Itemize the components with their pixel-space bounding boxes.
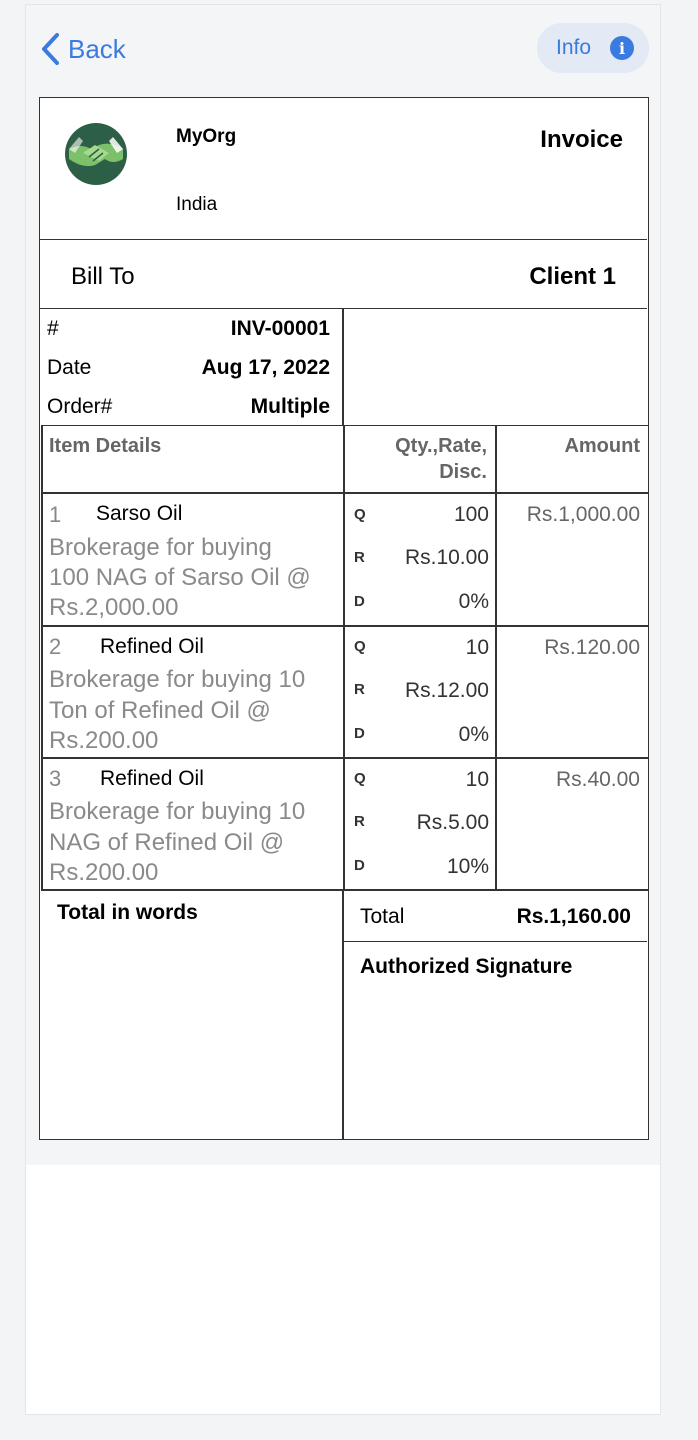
item-description-line: Brokerage for buying 10 [49, 666, 306, 693]
item-name: Refined Oil [100, 767, 204, 790]
invoice-date: Aug 17, 2022 [201, 356, 330, 379]
org-country: India [176, 194, 218, 215]
disc-label: D [354, 725, 365, 742]
item-disc: 10% [446, 855, 489, 878]
chevron-left-icon [42, 33, 59, 65]
total-row: Total Rs.1,160.00 [343, 890, 647, 942]
bill-to-label: Bill To [71, 263, 135, 290]
item-description-line: 100 NAG of Sarso Oil @ [49, 564, 311, 591]
app-screen: Back Info i MyOrg India Invoice Bill To … [25, 4, 661, 1415]
qty-label: Q [354, 638, 366, 655]
meta-key: Order# [47, 395, 113, 418]
item-rate: Rs.10.00 [404, 546, 489, 569]
item-qty: 100 [453, 503, 489, 526]
header-qty-rate: Qty.,Rate, [395, 435, 487, 457]
items-table: Item Details Qty.,Rate, Disc. Amount 1 S… [41, 425, 648, 891]
divider [342, 309, 344, 426]
item-amount: Rs.1,000.00 [526, 503, 640, 526]
client-name: Client 1 [529, 263, 616, 290]
qty-label: Q [354, 770, 366, 787]
item-qty: 10 [465, 768, 489, 791]
item-qty: 10 [465, 636, 489, 659]
invoice-number: INV-00001 [230, 317, 330, 340]
header-disc: Disc. [439, 461, 487, 483]
authorized-signature-label: Authorized Signature [360, 955, 573, 978]
item-description-line: Brokerage for buying 10 [49, 798, 306, 825]
invoice-meta: # INV-00001 Date Aug 17, 2022 Order# Mul… [40, 309, 647, 426]
item-description-line: Brokerage for buying [49, 534, 272, 561]
item-description-line: Rs.200.00 [49, 727, 159, 754]
item-rate: Rs.5.00 [416, 811, 489, 834]
invoice-document: MyOrg India Invoice Bill To Client 1 # I… [39, 97, 649, 1140]
total-in-words-label: Total in words [57, 901, 198, 924]
item-name: Sarso Oil [96, 502, 183, 525]
total-value: Rs.1,160.00 [516, 905, 631, 928]
item-description-line: Rs.200.00 [49, 859, 159, 886]
content-area: Back Info i MyOrg India Invoice Bill To … [26, 5, 660, 1165]
item-description-line: Rs.2,000.00 [49, 594, 179, 621]
item-description-line: Ton of Refined Oil @ [49, 697, 271, 724]
item-number: 1 [49, 502, 62, 527]
disc-label: D [354, 593, 365, 610]
item-disc: 0% [458, 723, 489, 746]
qty-label: Q [354, 506, 366, 523]
invoice-footer: Total in words Total Rs.1,160.00 Authori… [40, 890, 647, 1139]
nav-bar: Back Info i [26, 5, 660, 91]
divider [41, 492, 648, 494]
back-button[interactable]: Back [40, 31, 126, 67]
item-name: Refined Oil [100, 635, 204, 658]
total-label: Total [360, 905, 405, 928]
handshake-logo-icon [65, 123, 127, 185]
bill-to-section: Bill To Client 1 [40, 240, 647, 309]
item-rate: Rs.12.00 [404, 679, 489, 702]
invoice-header: MyOrg India Invoice [40, 98, 647, 240]
header-item-details: Item Details [49, 435, 162, 457]
rate-label: R [354, 813, 365, 830]
divider [495, 426, 497, 891]
divider [343, 426, 345, 891]
divider [41, 426, 43, 891]
meta-key: # [47, 317, 59, 340]
rate-label: R [354, 681, 365, 698]
rate-label: R [354, 549, 365, 566]
divider [41, 625, 648, 627]
back-label: Back [68, 33, 126, 64]
divider [41, 757, 648, 759]
item-number: 3 [49, 766, 62, 791]
info-button[interactable]: Info i [537, 23, 649, 73]
item-disc: 0% [458, 590, 489, 613]
info-label: Info [556, 36, 592, 59]
item-amount: Rs.40.00 [555, 768, 640, 791]
disc-label: D [354, 857, 365, 874]
document-title: Invoice [540, 126, 623, 153]
item-number: 2 [49, 634, 62, 659]
item-amount: Rs.120.00 [544, 636, 640, 659]
info-icon: i [610, 36, 634, 60]
org-name: MyOrg [176, 126, 237, 147]
meta-key: Date [47, 356, 92, 379]
item-description-line: NAG of Refined Oil @ [49, 829, 285, 856]
order-number: Multiple [250, 395, 330, 418]
header-amount: Amount [564, 435, 640, 457]
